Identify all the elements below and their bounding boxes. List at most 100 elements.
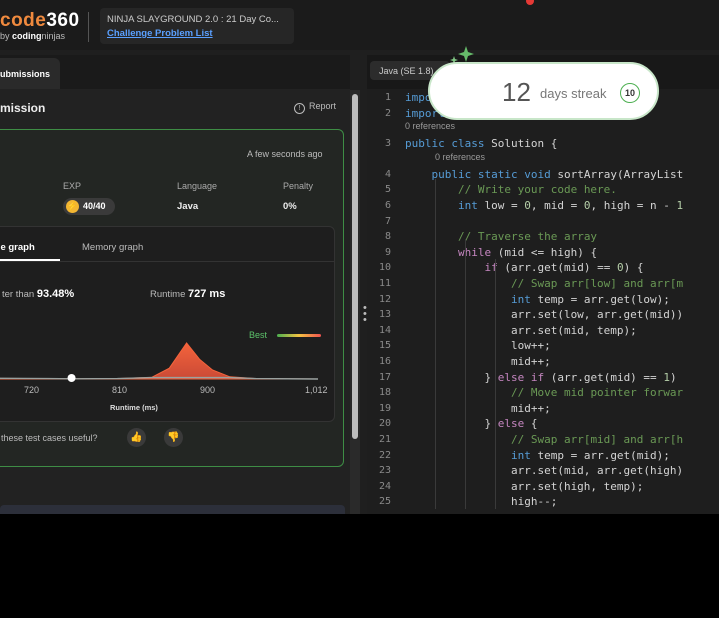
line-number: 11 [378,278,391,289]
code-line[interactable]: int temp = arr.get(low); [405,293,670,306]
code-line[interactable]: // Swap arr[low] and arr[m [405,277,683,290]
code-line[interactable]: // Move mid pointer forwar [405,386,683,399]
indent-guide [495,259,496,509]
code-line[interactable]: } else if (arr.get(mid) == 1) [405,371,676,384]
line-number: 10 [378,262,391,274]
streak-popup[interactable]: 12 days streak 10 [428,62,659,120]
code-line[interactable]: arr.set(mid, temp); [405,324,637,337]
x-tick-720: 720 [24,385,40,395]
beats-stat: ter than 93.48% [2,288,74,300]
code-line[interactable]: } else { [405,417,537,430]
line-number: 16 [378,356,391,367]
submission-timestamp: A few seconds ago [247,149,323,159]
tab-submissions[interactable]: ubmissions [0,58,60,89]
code-line[interactable]: mid++; [405,355,551,368]
scrollbar-thumb[interactable] [352,94,358,439]
code-lens-references[interactable]: 0 references [435,152,485,162]
code-line[interactable]: arr.set(high, temp); [405,480,643,493]
code-line[interactable]: int temp = arr.get(mid); [405,449,670,462]
line-number: 14 [378,324,391,336]
info-icon: ! [294,103,305,114]
code-line[interactable]: if (arr.get(mid) == 0) { [405,261,643,274]
event-breadcrumb: NINJA SLAYGROUND 2.0 : 21 Day Co... Chal… [100,8,294,44]
panel-footer [0,505,345,514]
code-line[interactable]: mid++; [405,402,551,415]
code-line[interactable]: public class Solution { [405,137,557,150]
submission-panel: ubmissions mission ! Report A few seconds… [0,55,350,514]
exp-label: EXP [63,181,82,191]
runtime-text: Runtime [150,289,186,300]
distribution-area [0,342,319,380]
report-button[interactable]: ! Report [294,101,336,114]
code-line[interactable]: arr.set(mid, arr.get(high) [405,464,683,477]
code-line[interactable]: // Write your code here. [405,183,617,196]
header-divider [88,12,89,42]
line-number: 5 [384,184,391,196]
indent-guide [435,179,436,509]
x-tick-810: 810 [112,385,128,395]
code-line[interactable]: while (mid <= high) { [405,246,597,259]
submission-title: mission [0,101,46,115]
exp-value: 40/40 [83,201,106,211]
left-panel-scrollbar[interactable] [350,90,360,514]
user-runtime-point [67,374,76,382]
line-number: 12 [378,293,391,305]
line-number: 20 [378,418,391,430]
code-line[interactable]: arr.set(low, arr.get(mid)) [405,308,683,321]
lightning-icon: ⚡ [66,200,79,213]
code-line[interactable]: // Traverse the array [405,230,597,243]
streak-days: 12 [502,77,531,107]
code-line[interactable]: // Swap arr[mid] and arr[h [405,433,683,446]
code-line[interactable]: public static void sortArray(ArrayList [405,168,684,181]
line-number: 1 [384,92,391,103]
performance-graph: me graph Memory graph ter than 93.48% Ru… [0,226,335,422]
challenge-problem-list-link[interactable]: Challenge Problem List [107,28,213,39]
line-number: 25 [378,496,391,508]
code-line[interactable]: low++; [405,339,551,352]
thumbs-up-icon[interactable]: 👍 [127,428,146,447]
indent-guide [465,239,466,509]
line-number: 3 [384,138,391,150]
line-number: 24 [378,480,391,492]
report-label: Report [309,101,337,111]
notification-dot [526,0,534,5]
submission-result-card: A few seconds ago EXP Language Penalty ⚡… [0,129,344,467]
runtime-stat: Runtime 727 ms [150,288,225,300]
tab-runtime-graph[interactable]: me graph [0,242,35,253]
tab-divider [0,261,334,262]
code-editor[interactable]: Java (SE 1.8) 1 import 2 import 0 references… [367,55,719,514]
code-area[interactable]: 1 import 2 import 0 references 3 public class … [367,89,719,514]
streak-label: days streak [540,86,607,101]
x-tick-1012: 1,012 [305,385,328,395]
line-number: 21 [378,434,391,445]
line-number: 6 [384,200,391,211]
exp-badge: ⚡ 40/40 [63,198,115,215]
logo-number: 360 [46,10,80,31]
line-number: 4 [384,168,391,180]
code-line[interactable]: high--; [405,495,557,508]
panel-tabs: ubmissions [0,55,350,89]
logo-company-a: coding [12,31,42,41]
penalty-value: 0% [283,201,297,212]
line-number: 15 [378,340,391,352]
code-line[interactable]: int low = 0, mid = 0, high = n - 1 [405,199,683,212]
feedback-question: these test cases useful? [1,433,98,443]
event-title: NINJA SLAYGROUND 2.0 : 21 Day Co... [107,14,279,25]
code-lens-references[interactable]: 0 references [405,121,455,131]
tab-memory-graph[interactable]: Memory graph [82,242,143,253]
line-number: 22 [378,449,391,461]
beats-value: 93.48% [36,288,75,300]
line-number: 8 [384,231,391,243]
thumbs-down-icon[interactable]: 👎 [164,428,183,447]
runtime-distribution-chart [0,342,319,382]
runtime-value: 727 ms [188,288,226,300]
line-number: 7 [384,215,391,227]
code360-logo[interactable]: code360 by codingninjas [0,10,80,41]
line-number: 19 [378,402,391,414]
x-tick-900: 900 [200,385,216,395]
language-selector-label: Java (SE 1.8) [379,66,434,76]
line-number: 18 [378,387,391,399]
tab-submissions-label: ubmissions [0,69,51,79]
line-number: 23 [378,465,391,477]
language-value: Java [177,201,199,212]
